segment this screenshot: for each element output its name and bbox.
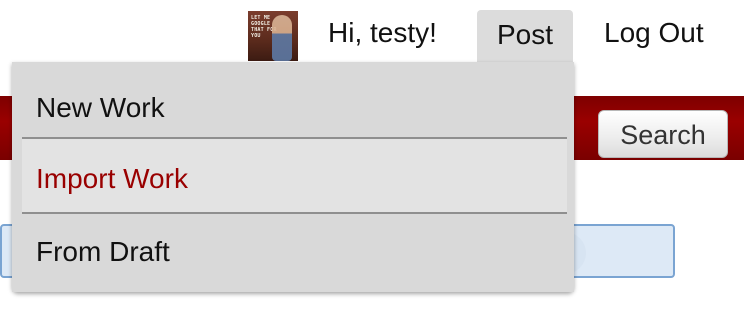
menu-item-label: From Draft	[36, 236, 170, 267]
post-dropdown-menu: New Work Import Work From Draft	[12, 62, 574, 292]
menu-item-import-work[interactable]: Import Work	[22, 139, 567, 213]
menu-item-label: Import Work	[36, 163, 188, 194]
menu-item-from-draft[interactable]: From Draft	[12, 214, 574, 292]
menu-item-label: New Work	[36, 92, 165, 123]
search-button[interactable]: Search	[598, 110, 728, 158]
post-menu-label: Post	[497, 19, 554, 50]
user-avatar[interactable]: LET ME GOOGLE THAT FOR YOU	[248, 11, 298, 61]
user-navigation-bar: LET ME GOOGLE THAT FOR YOU Hi, testy! Po…	[0, 0, 744, 62]
avatar-person-graphic	[272, 15, 292, 61]
menu-item-new-work[interactable]: New Work	[12, 62, 574, 138]
logout-link[interactable]: Log Out	[604, 17, 704, 49]
user-greeting[interactable]: Hi, testy!	[328, 17, 437, 49]
post-menu-button[interactable]: Post	[477, 10, 573, 62]
